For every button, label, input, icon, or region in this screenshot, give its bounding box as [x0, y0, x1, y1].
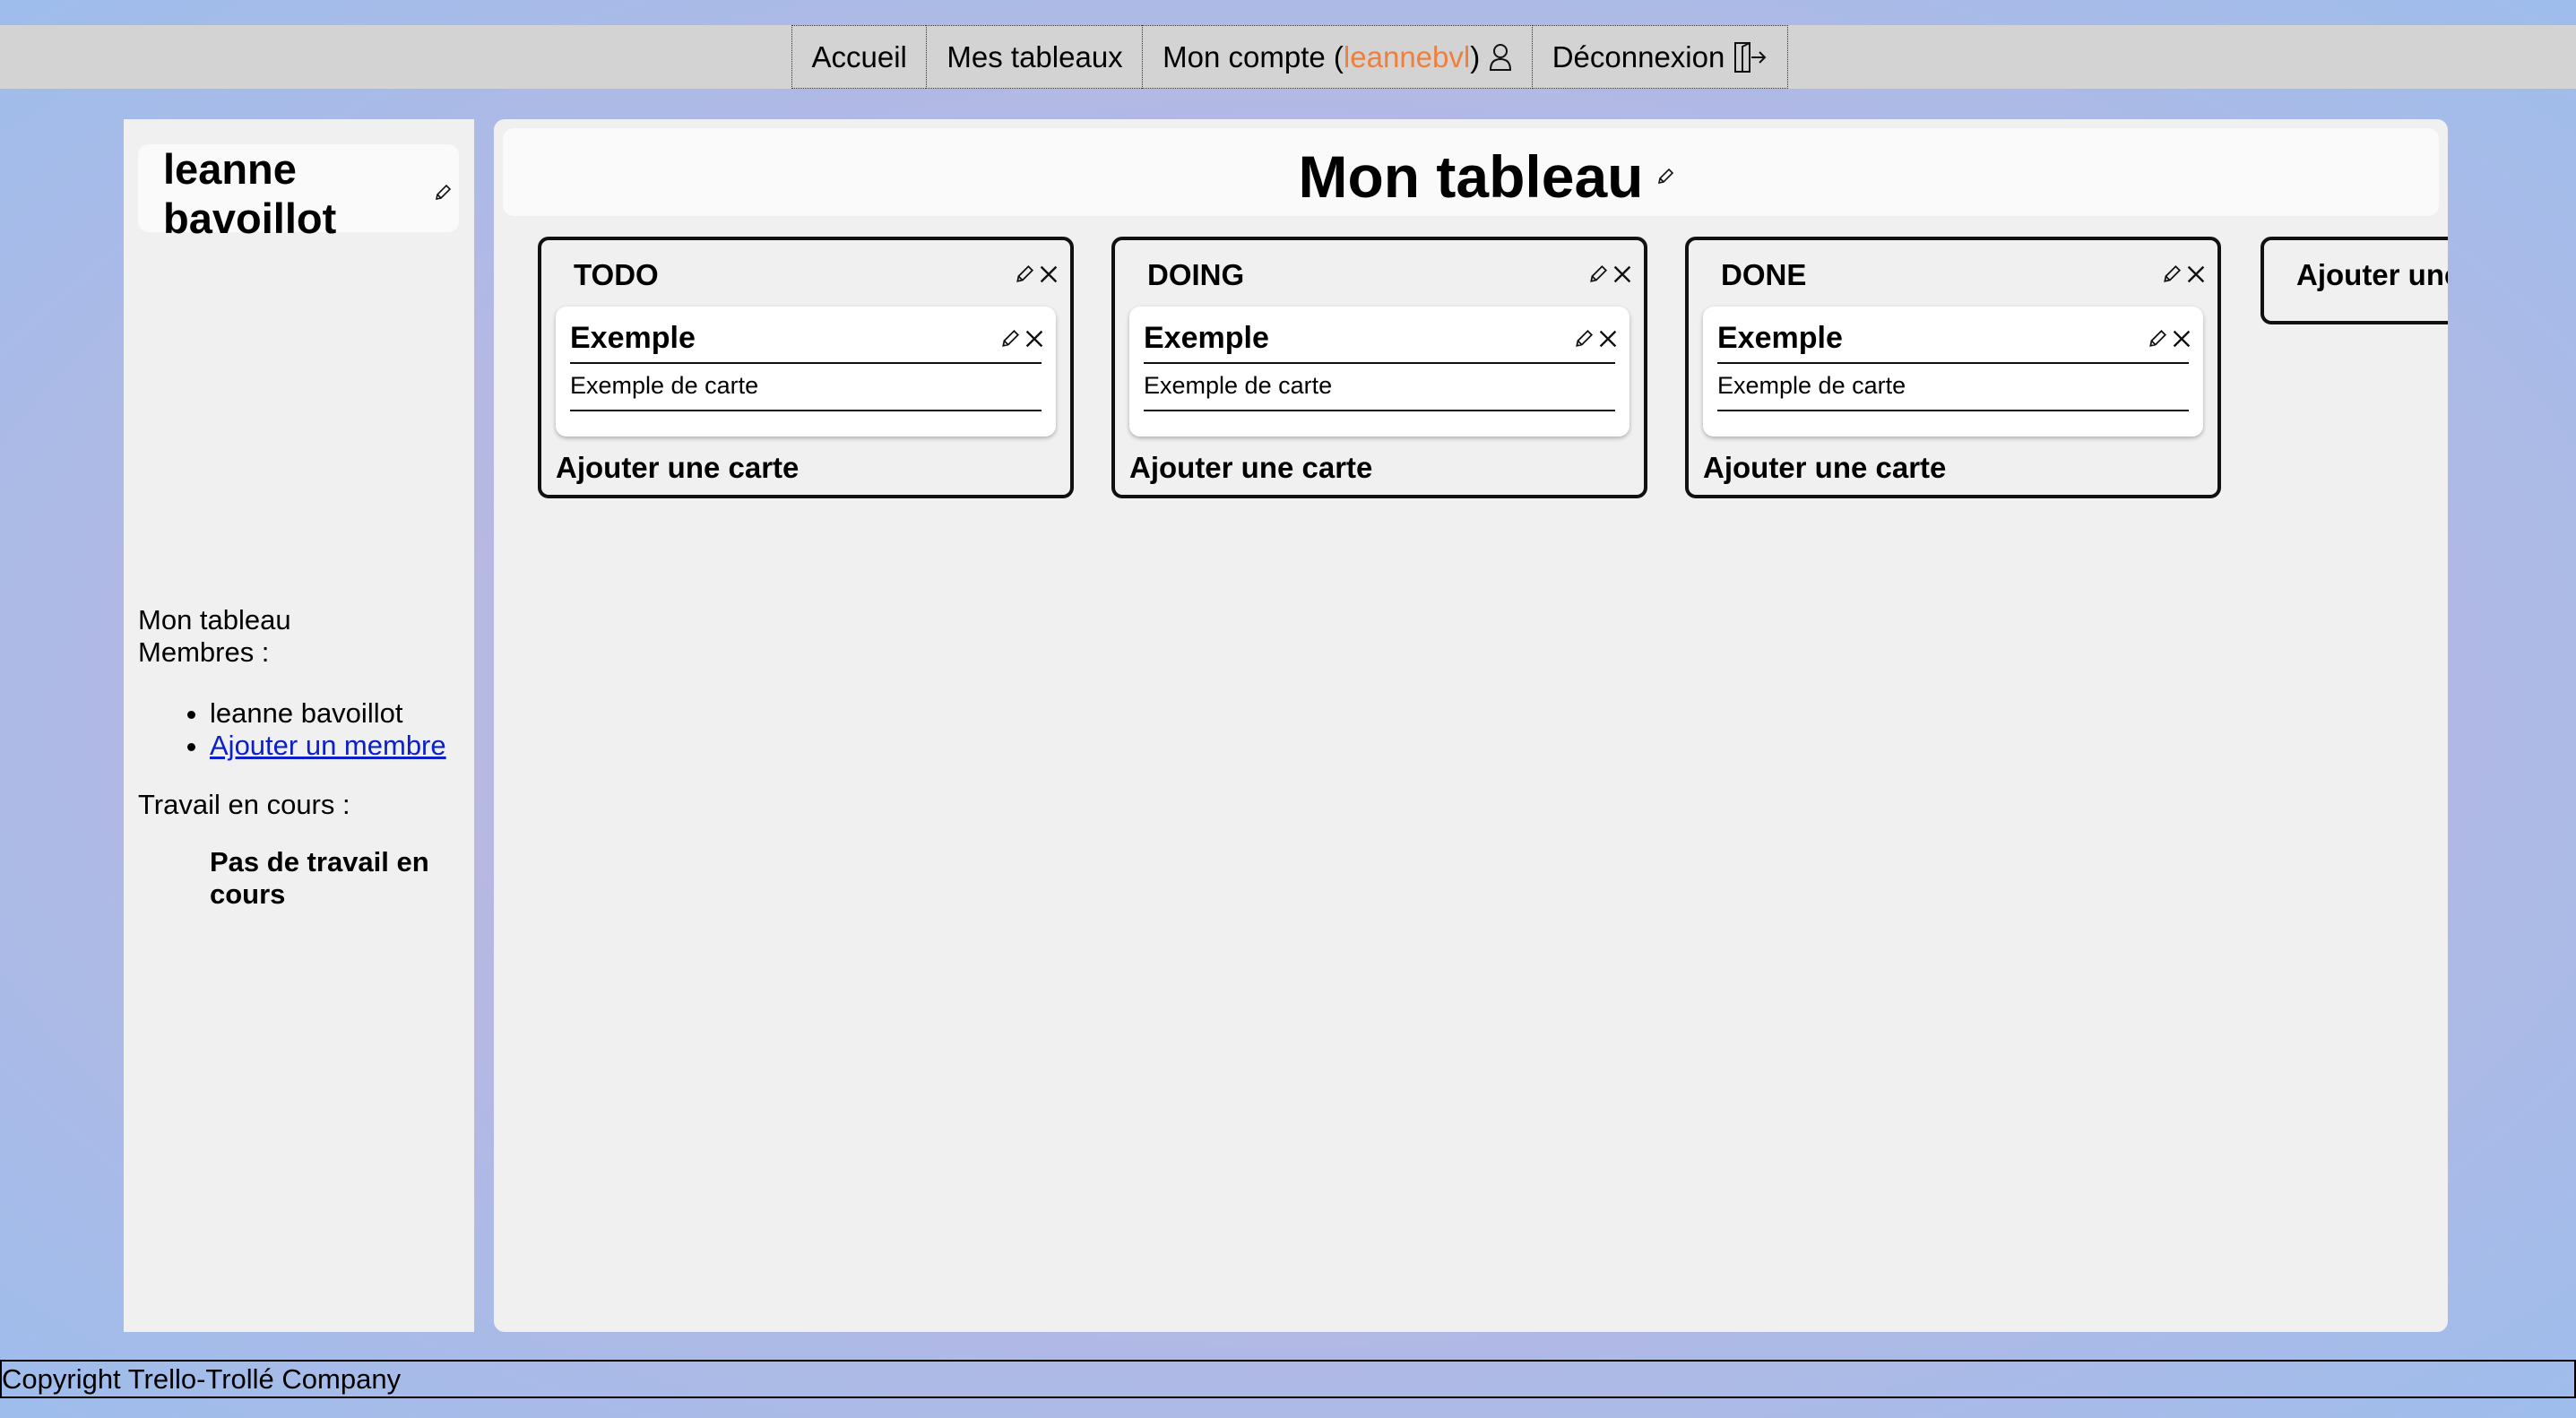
edit-list-icon[interactable]: [1015, 264, 1034, 284]
delete-card-icon[interactable]: [1024, 328, 1045, 350]
card-description: Exemple de carte: [570, 372, 759, 399]
card-title: Exemple: [1144, 321, 1269, 355]
board-area: Mon tableau TODO Exemple Exemple de cart…: [494, 119, 2448, 1332]
edit-list-icon[interactable]: [2162, 264, 2182, 284]
edit-card-icon[interactable]: [1574, 329, 1594, 349]
member-item: leanne bavoillot: [210, 697, 446, 730]
work-in-progress-label: Travail en cours :: [138, 789, 350, 820]
list-done: DONE Exemple Exemple de carte Ajouter un…: [1685, 237, 2221, 498]
add-card-button[interactable]: Ajouter une carte: [1129, 451, 1372, 485]
card-description: Exemple de carte: [1144, 372, 1333, 399]
no-work-message: Pas de travail en cours: [210, 846, 429, 910]
logout-icon: [1734, 41, 1767, 73]
user-last-name: bavoillot: [163, 195, 337, 242]
card-actions: [1574, 328, 1619, 350]
edit-card-icon[interactable]: [1000, 329, 1020, 349]
list-title: DOING: [1147, 258, 1245, 291]
footer: Copyright Trello-Trollé Company: [0, 1360, 2576, 1398]
divider: [1717, 362, 2189, 364]
sidebar: leannebavoillot Mon tableau Membres : le…: [124, 119, 474, 1332]
user-card: leanne bavoillot: [138, 144, 459, 242]
add-member-item: Ajouter un membre: [210, 730, 446, 762]
main-nav: Accueil Mes tableaux Mon compte (leanneb…: [791, 25, 1789, 89]
list-actions: [1588, 264, 1633, 285]
user-name: leanne bavoillot: [163, 144, 336, 243]
delete-card-icon[interactable]: [1597, 328, 1619, 350]
nav-account-prefix: Mon compte (: [1163, 39, 1344, 73]
add-list-button[interactable]: Ajouter une colonne: [2260, 237, 2448, 324]
card-actions: [1000, 328, 1045, 350]
list-actions: [2162, 264, 2207, 285]
card-title: Exemple: [570, 321, 696, 355]
divider: [1144, 362, 1615, 364]
board-title: Mon tableau: [1298, 143, 1644, 210]
nav-home-label: Accueil: [811, 39, 907, 73]
members-label: Membres :: [138, 636, 270, 668]
nav-my-boards-label: Mes tableaux: [947, 39, 1123, 73]
list-doing: DOING Exemple Exemple de carte Ajouter u…: [1111, 237, 1647, 498]
edit-title-icon[interactable]: [1656, 168, 1674, 186]
list-title: DONE: [1721, 258, 1807, 291]
sidebar-board-name: Mon tableau: [138, 604, 291, 636]
delete-list-icon[interactable]: [1038, 264, 1059, 285]
nav-my-account[interactable]: Mon compte (leannebvl): [1142, 25, 1534, 89]
board-title-box: Mon tableau: [503, 128, 2439, 216]
add-card-button[interactable]: Ajouter une carte: [556, 451, 799, 485]
footer-copyright: Copyright Trello-Trollé Company: [2, 1363, 402, 1395]
user-first-name: leanne: [163, 145, 297, 193]
divider: [570, 410, 1042, 411]
divider: [1144, 410, 1615, 411]
edit-card-icon[interactable]: [2148, 329, 2167, 349]
card-description: Exemple de carte: [1717, 372, 1906, 399]
delete-list-icon[interactable]: [2185, 264, 2207, 285]
add-list-label: Ajouter une colonne: [2296, 258, 2448, 291]
card-title: Exemple: [1717, 321, 1843, 355]
card[interactable]: Exemple Exemple de carte: [556, 307, 1056, 437]
card[interactable]: Exemple Exemple de carte: [1703, 307, 2203, 437]
edit-user-icon[interactable]: [434, 184, 452, 202]
nav-account-username: leannebvl: [1343, 39, 1471, 73]
list-todo: TODO Exemple Exemple de carte Ajouter un…: [538, 237, 1074, 498]
list-title: TODO: [574, 258, 659, 291]
edit-list-icon[interactable]: [1588, 264, 1608, 284]
nav-home[interactable]: Accueil: [791, 25, 928, 89]
divider: [1717, 410, 2189, 411]
nav-logout-label: Déconnexion: [1552, 39, 1725, 73]
card-actions: [2148, 328, 2192, 350]
members-list: leanne bavoillot Ajouter un membre: [138, 697, 446, 762]
nav-logout[interactable]: Déconnexion: [1531, 25, 1789, 89]
nav-my-boards[interactable]: Mes tableaux: [926, 25, 1144, 89]
user-icon: [1490, 43, 1512, 71]
divider: [570, 362, 1042, 364]
card[interactable]: Exemple Exemple de carte: [1129, 307, 1629, 437]
add-card-button[interactable]: Ajouter une carte: [1703, 451, 1946, 485]
delete-list-icon[interactable]: [1612, 264, 1633, 285]
add-member-link[interactable]: Ajouter un membre: [210, 730, 446, 761]
delete-card-icon[interactable]: [2171, 328, 2192, 350]
nav-account-suffix: ): [1470, 39, 1481, 73]
list-actions: [1015, 264, 1059, 285]
